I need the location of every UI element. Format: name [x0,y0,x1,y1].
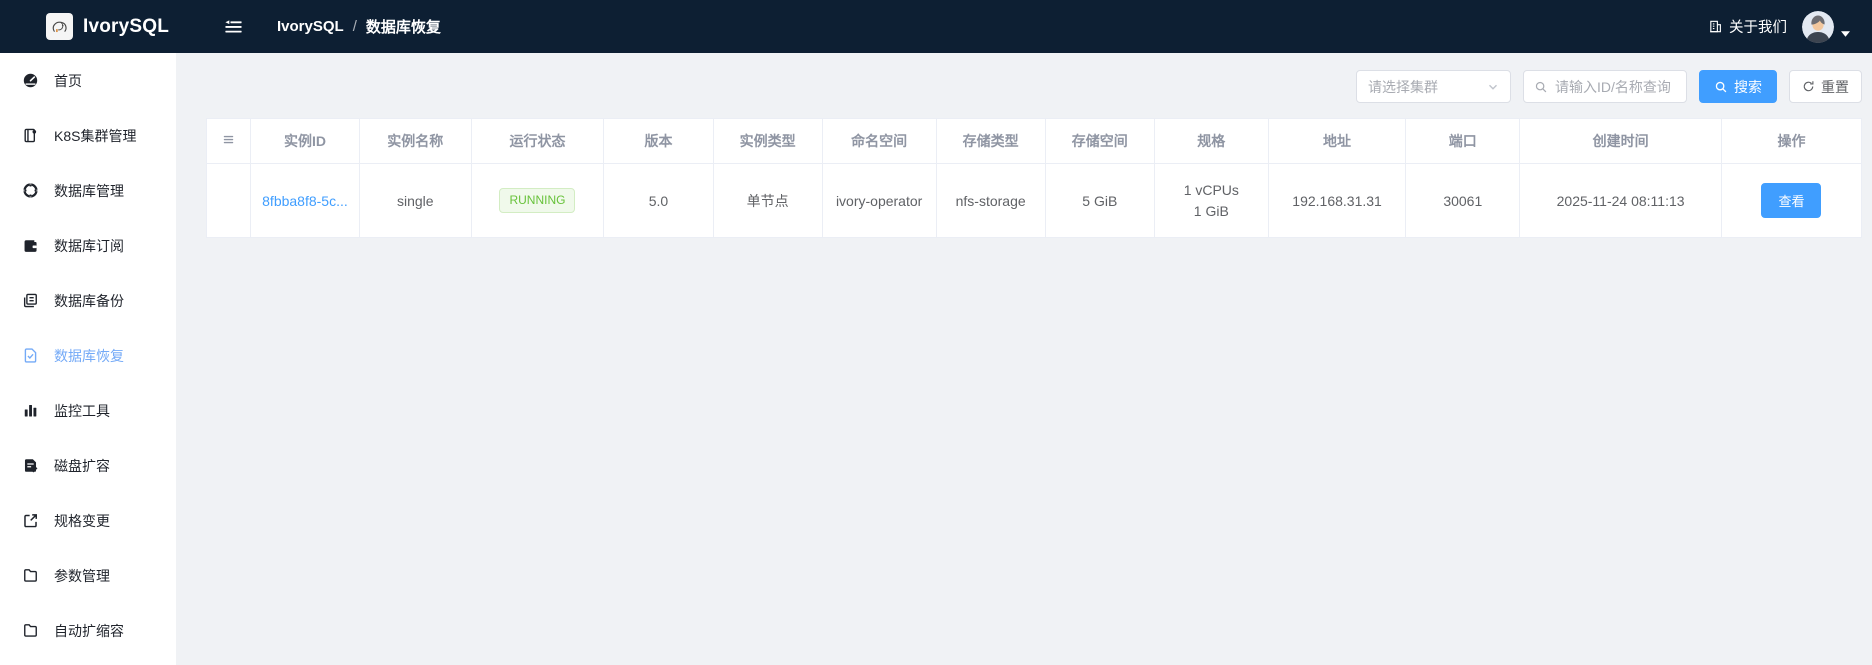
header-instance-id: 实例ID [249,118,361,164]
search-field [1523,70,1687,103]
monitor-bars-icon [22,402,39,419]
storage-type-cell: nfs-storage [935,163,1046,238]
sidebar-item-label: 自动扩缩容 [54,622,124,639]
brand-name: IvorySQL [83,15,170,37]
search-input[interactable] [1555,78,1676,95]
filter-bar: 请选择集群 搜索 重置 [206,70,1862,103]
address-cell: 192.168.31.31 [1267,163,1407,238]
version-cell: 5.0 [603,163,714,238]
caret-down-icon[interactable] [1841,30,1850,37]
instance-id-link[interactable]: 8fbba8f8-5c... [262,193,348,209]
sidebar-item-label: 数据库管理 [54,182,124,199]
sidebar-item-home[interactable]: 首页 [0,53,176,108]
reset-button-label: 重置 [1821,78,1849,95]
sidebar-item-label: 规格变更 [54,512,110,529]
sidebar-item-label: K8S集群管理 [54,127,137,144]
backup-copy-icon [22,292,39,309]
table-header-row: 实例ID 实例名称 运行状态 版本 实例类型 命名空间 存储类型 存储空间 规格… [206,118,1863,164]
sidebar-item-label: 监控工具 [54,402,110,419]
cluster-select[interactable]: 请选择集群 [1356,70,1511,103]
sidebar-item-autoscale[interactable]: 自动扩缩容 [0,603,176,658]
created-at-cell: 2025-11-24 08:11:13 [1519,163,1722,238]
database-manage-icon [22,182,39,199]
subscription-icon [22,237,39,254]
sidebar-item-label: 数据库订阅 [54,237,124,254]
about-us-link[interactable]: 关于我们 [1708,16,1787,37]
sidebar-item-k8s-cluster[interactable]: K8S集群管理 [0,108,176,163]
search-icon [1534,80,1548,94]
breadcrumb-current: 数据库恢复 [365,19,441,36]
sidebar: 首页 K8S集群管理 数据库管理 数据库订阅 数据库备份 数据库恢复 监控工具 … [0,53,176,665]
header-namespace: 命名空间 [821,118,937,164]
header-address: 地址 [1267,118,1407,164]
header-spec: 规格 [1153,118,1269,164]
menu-fold-icon[interactable] [220,15,247,39]
refresh-icon [1802,80,1815,93]
breadcrumb-separator: / [352,18,357,35]
header-created-at: 创建时间 [1519,118,1722,164]
ivorysql-logo-icon [46,13,73,40]
sidebar-item-db-subscribe[interactable]: 数据库订阅 [0,218,176,273]
view-button[interactable]: 查看 [1761,183,1822,218]
header-version: 版本 [603,118,714,164]
brand[interactable]: IvorySQL [0,13,176,40]
spec-memory: 1 GiB [1193,202,1229,219]
restore-file-icon [22,347,39,364]
about-us-label: 关于我们 [1729,20,1787,36]
reset-button[interactable]: 重置 [1789,70,1862,103]
header-type: 实例类型 [712,118,823,164]
instance-name-cell: single [359,163,472,238]
folder-icon [22,567,39,584]
dashboard-icon [22,72,39,89]
folder-icon [22,622,39,639]
spec-cpu: 1 vCPUs [1183,181,1239,198]
sidebar-item-label: 数据库恢复 [54,347,124,364]
sidebar-item-db-restore[interactable]: 数据库恢复 [0,328,176,383]
cluster-select-placeholder: 请选择集群 [1368,78,1438,95]
breadcrumb: IvorySQL / 数据库恢复 [277,16,441,37]
namespace-cell: ivory-operator [821,163,937,238]
cluster-icon [22,127,39,144]
sidebar-item-label: 数据库备份 [54,292,124,309]
column-drag-icon [221,132,236,147]
breadcrumb-root[interactable]: IvorySQL [277,18,344,35]
sidebar-item-disk-expand[interactable]: 磁盘扩容 [0,438,176,493]
navbar-right: 关于我们 [1708,10,1872,43]
company-icon [1708,19,1723,34]
search-button-label: 搜索 [1734,78,1762,95]
status-badge: RUNNING [499,188,576,213]
sidebar-item-monitor[interactable]: 监控工具 [0,383,176,438]
spec-change-icon [22,512,39,529]
sidebar-item-db-backup[interactable]: 数据库备份 [0,273,176,328]
app-root: IvorySQL IvorySQL / 数据库恢复 关于我们 首页 K8S集群管… [0,0,1872,665]
header-storage-type: 存储类型 [935,118,1046,164]
port-cell: 30061 [1405,163,1521,238]
top-navbar: IvorySQL IvorySQL / 数据库恢复 关于我们 [0,0,1872,53]
sidebar-item-db-manage[interactable]: 数据库管理 [0,163,176,218]
header-port: 端口 [1405,118,1521,164]
type-cell: 单节点 [712,163,823,238]
header-instance-name: 实例名称 [359,118,472,164]
header-actions: 操作 [1720,118,1863,164]
header-status: 运行状态 [470,118,605,164]
disk-expand-icon [22,457,39,474]
storage-size-cell: 5 GiB [1044,163,1155,238]
sidebar-item-spec-change[interactable]: 规格变更 [0,493,176,548]
sidebar-item-label: 磁盘扩容 [54,457,110,474]
main-content: 请选择集群 搜索 重置 [176,53,1872,665]
table-row: 8fbba8f8-5c... single RUNNING 5.0 单节点 iv… [206,163,1863,238]
sidebar-item-param-manage[interactable]: 参数管理 [0,548,176,603]
search-icon [1714,80,1728,94]
spec-cell: 1 vCPUs 1 GiB [1153,163,1269,238]
column-settings-cell[interactable] [206,118,251,164]
row-expand-cell [206,163,251,238]
sidebar-item-label: 首页 [54,72,82,89]
instances-table: 实例ID 实例名称 运行状态 版本 实例类型 命名空间 存储类型 存储空间 规格… [206,118,1863,238]
sidebar-item-label: 参数管理 [54,567,110,584]
avatar[interactable] [1802,10,1834,43]
search-button[interactable]: 搜索 [1699,70,1777,103]
chevron-down-icon [1487,81,1499,93]
header-storage-size: 存储空间 [1044,118,1155,164]
